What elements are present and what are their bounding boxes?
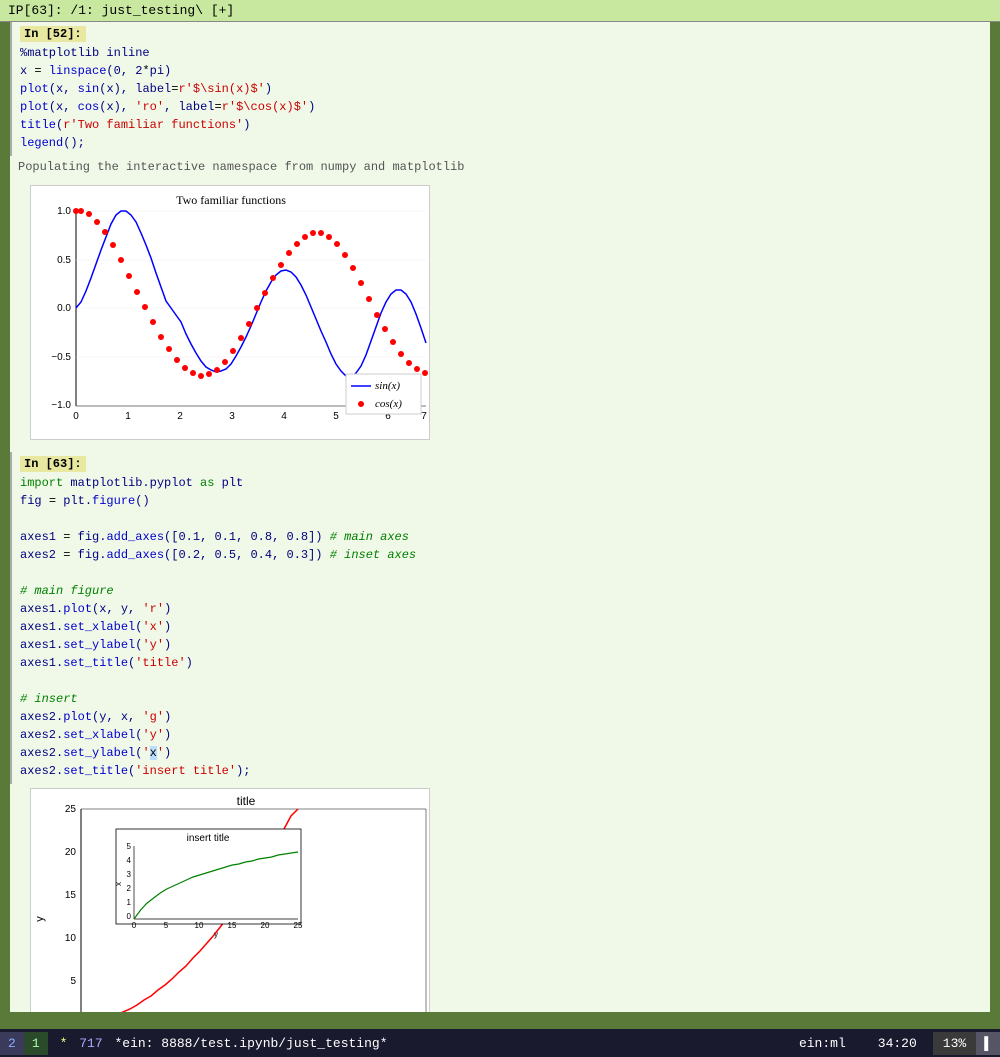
svg-text:1: 1 bbox=[127, 898, 132, 907]
status-num1: 2 bbox=[0, 1032, 24, 1055]
svg-text:10: 10 bbox=[195, 921, 204, 930]
svg-text:cos(x): cos(x) bbox=[375, 398, 402, 410]
svg-text:y: y bbox=[214, 930, 218, 939]
svg-text:2: 2 bbox=[177, 411, 183, 422]
svg-text:15: 15 bbox=[228, 921, 237, 930]
svg-text:5: 5 bbox=[70, 976, 76, 987]
cell-52-input[interactable]: In [52]: %matplotlib inline x = linspace… bbox=[10, 22, 990, 156]
svg-text:3: 3 bbox=[229, 411, 235, 422]
svg-text:5: 5 bbox=[127, 842, 132, 851]
title-bar: IP[63]: /1: just_testing\ [+] bbox=[0, 0, 1000, 22]
inset-title: insert title bbox=[187, 833, 230, 844]
cell-52-code: %matplotlib inline x = linspace(0, 2*pi)… bbox=[20, 44, 982, 152]
svg-text:0: 0 bbox=[132, 921, 137, 930]
plot1-svg: Two familiar functions 1.0 0.5 0.0 bbox=[30, 185, 430, 440]
status-cursor: 34:20 bbox=[862, 1032, 933, 1055]
svg-text:5: 5 bbox=[164, 921, 169, 930]
status-cell-count: 717 bbox=[79, 1036, 102, 1051]
svg-text:20: 20 bbox=[261, 921, 270, 930]
cell-63-input[interactable]: In [63]: import matplotlib.pyplot as plt… bbox=[10, 452, 990, 784]
svg-text:25: 25 bbox=[65, 804, 77, 815]
cell-63-label: In [63]: bbox=[20, 456, 86, 472]
svg-text:25: 25 bbox=[294, 921, 303, 930]
status-filename: * 717 *ein: 8888/test.ipynb/just_testing… bbox=[48, 1036, 783, 1051]
svg-text:2: 2 bbox=[127, 884, 132, 893]
svg-text:0.5: 0.5 bbox=[57, 255, 71, 266]
svg-text:3: 3 bbox=[127, 870, 132, 879]
status-filepath: *ein: 8888/test.ipynb/just_testing* bbox=[114, 1036, 387, 1051]
svg-text:−0.5: −0.5 bbox=[51, 352, 71, 363]
status-pct: 13% bbox=[933, 1032, 976, 1055]
status-num2: 1 bbox=[24, 1032, 48, 1055]
svg-text:20: 20 bbox=[65, 847, 77, 858]
plot2-svg: title 0 5 10 15 20 25 y 0 1 2 3 4 5 bbox=[30, 788, 430, 1012]
output-text: Populating the interactive namespace fro… bbox=[18, 160, 464, 174]
plot1-title: Two familiar functions bbox=[176, 193, 286, 207]
notebook: In [52]: %matplotlib inline x = linspace… bbox=[10, 22, 990, 1012]
svg-text:1: 1 bbox=[125, 411, 131, 422]
status-end-icon: ▌ bbox=[976, 1032, 1000, 1055]
main-ylabel: y bbox=[34, 916, 46, 922]
plot2-title: title bbox=[237, 794, 256, 808]
status-indicator: * bbox=[60, 1036, 68, 1051]
sin-line bbox=[76, 211, 426, 377]
svg-text:sin(x): sin(x) bbox=[375, 380, 400, 392]
svg-text:15: 15 bbox=[65, 890, 77, 901]
svg-text:0.0: 0.0 bbox=[57, 303, 71, 314]
cell-52-output: Populating the interactive namespace fro… bbox=[10, 156, 990, 181]
status-mode: ein:ml bbox=[783, 1032, 862, 1055]
plot1-container: Two familiar functions 1.0 0.5 0.0 bbox=[30, 185, 970, 444]
svg-text:0: 0 bbox=[127, 912, 132, 921]
svg-text:0: 0 bbox=[73, 411, 79, 422]
cell-63-code: import matplotlib.pyplot as plt fig = pl… bbox=[20, 474, 982, 780]
title-text: IP[63]: /1: just_testing\ [+] bbox=[8, 3, 234, 18]
svg-text:−1.0: −1.0 bbox=[51, 400, 71, 411]
svg-text:4: 4 bbox=[127, 856, 132, 865]
svg-text:7: 7 bbox=[421, 411, 427, 422]
plot2-container: title 0 5 10 15 20 25 y 0 1 2 3 4 5 bbox=[30, 788, 970, 1012]
svg-text:x: x bbox=[114, 882, 123, 886]
svg-text:4: 4 bbox=[281, 411, 287, 422]
svg-text:1.0: 1.0 bbox=[57, 206, 71, 217]
status-bar: 2 1 * 717 *ein: 8888/test.ipynb/just_tes… bbox=[0, 1029, 1000, 1057]
svg-text:10: 10 bbox=[65, 933, 77, 944]
svg-text:5: 5 bbox=[333, 411, 339, 422]
cell-52-label: In [52]: bbox=[20, 26, 86, 42]
